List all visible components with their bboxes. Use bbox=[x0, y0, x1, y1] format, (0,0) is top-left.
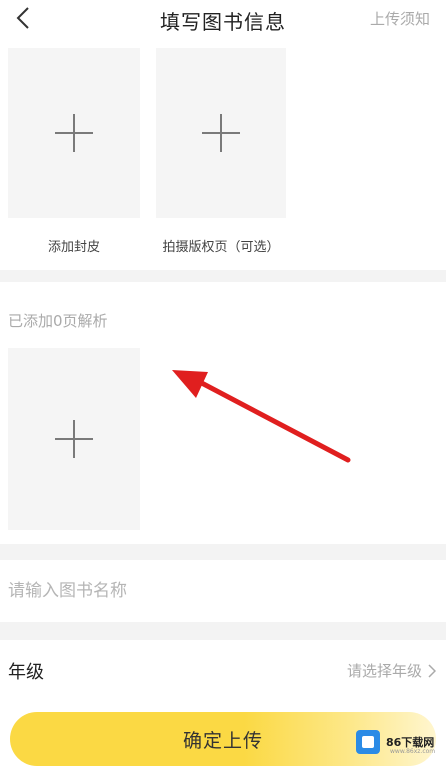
add-cover-tile[interactable] bbox=[8, 48, 140, 218]
add-cover-label: 添加封皮 bbox=[47, 240, 100, 255]
section-divider bbox=[0, 622, 446, 640]
site-logo-icon bbox=[356, 730, 380, 754]
grade-row[interactable]: 年级 请选择年级 bbox=[0, 640, 446, 700]
book-name-input[interactable] bbox=[8, 574, 428, 608]
add-parse-page-tile[interactable] bbox=[8, 348, 140, 530]
upload-notice-link[interactable]: 上传须知 bbox=[370, 8, 430, 29]
grade-select[interactable]: 请选择年级 bbox=[347, 660, 436, 681]
watermark-url: www.86xz.com bbox=[390, 748, 436, 755]
parse-section: 已添加0页解析 bbox=[0, 282, 446, 544]
add-copyright-page-label: 拍摄版权页（可选） bbox=[162, 240, 280, 255]
plus-icon bbox=[55, 420, 93, 458]
book-name-row bbox=[0, 560, 446, 622]
add-copyright-page-tile[interactable] bbox=[156, 48, 286, 218]
parse-count-text: 已添加0页解析 bbox=[8, 312, 108, 330]
plus-icon bbox=[55, 114, 93, 152]
plus-icon bbox=[202, 114, 240, 152]
section-divider bbox=[0, 544, 446, 560]
section-divider bbox=[0, 270, 446, 282]
grade-label: 年级 bbox=[8, 662, 44, 683]
grade-select-placeholder: 请选择年级 bbox=[346, 662, 422, 680]
top-bar: 填写图书信息 上传须知 bbox=[0, 0, 446, 40]
upload-section: 添加封皮 拍摄版权页（可选） bbox=[0, 40, 446, 270]
chevron-right-icon bbox=[428, 663, 436, 678]
watermark-logo: 86下载网 www.86xz.com bbox=[356, 724, 440, 760]
